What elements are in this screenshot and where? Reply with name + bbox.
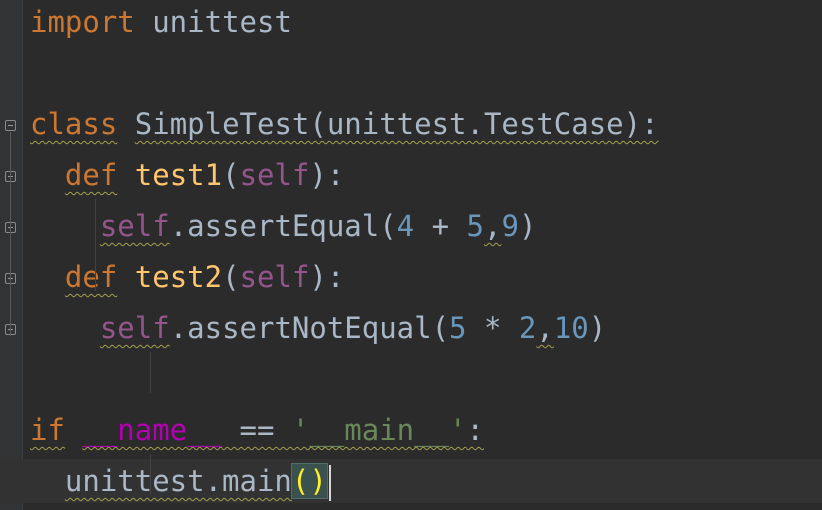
- code-token: ==: [222, 413, 292, 447]
- indent-guide: [150, 454, 151, 495]
- code-line[interactable]: class SimpleTest(unittest.TestCase):: [0, 102, 822, 146]
- code-line-text: def test1(self):: [30, 157, 344, 193]
- code-line[interactable]: self.assertNotEqual(5 * 2,10): [0, 306, 822, 350]
- code-line[interactable]: if __name__ == '__main__':: [0, 408, 822, 452]
- code-token: ,: [536, 311, 554, 345]
- indent-guide: [95, 199, 96, 291]
- code-line[interactable]: [0, 357, 822, 401]
- text-caret: [328, 465, 331, 501]
- code-token: (): [290, 463, 328, 499]
- code-line[interactable]: unittest.main(): [0, 459, 822, 503]
- code-token: ): [518, 209, 537, 243]
- code-line[interactable]: def test2(self):: [0, 255, 822, 299]
- code-token: '__main__': [291, 413, 467, 447]
- code-token: class: [30, 107, 118, 141]
- code-token: test1: [134, 158, 223, 192]
- code-token: ):: [309, 260, 345, 294]
- code-token: unittest.main: [64, 464, 292, 498]
- code-line-text: def test2(self):: [30, 259, 344, 295]
- code-token: self: [99, 209, 170, 243]
- code-token: def: [64, 158, 118, 192]
- code-token: self: [239, 260, 310, 294]
- code-line[interactable]: import unittest: [0, 0, 822, 44]
- code-line[interactable]: [0, 51, 822, 95]
- code-line-text: class SimpleTest(unittest.TestCase):: [30, 106, 659, 142]
- code-token: .assertNotEqual(: [169, 311, 450, 345]
- code-editor[interactable]: import unittest class SimpleTest(unittest…: [0, 0, 822, 510]
- code-token: test2: [134, 260, 223, 294]
- code-token: 5: [466, 209, 484, 243]
- code-token: unittest: [134, 5, 292, 39]
- code-token: ):: [309, 158, 345, 192]
- code-token: __name__: [82, 413, 223, 447]
- code-token: .assertEqual(: [169, 209, 397, 243]
- code-token: 5: [449, 311, 467, 345]
- code-token: 2: [518, 311, 537, 345]
- code-token: +: [414, 209, 467, 243]
- code-token: self: [239, 158, 310, 192]
- code-token: 9: [501, 209, 519, 243]
- code-line-text: if __name__ == '__main__':: [30, 412, 484, 448]
- code-token: *: [466, 311, 519, 345]
- code-token: import: [30, 5, 135, 39]
- code-token: def: [64, 260, 118, 294]
- code-token: if: [30, 413, 65, 447]
- code-line-text: unittest.main(): [30, 463, 328, 499]
- code-line[interactable]: def test1(self):: [0, 153, 822, 197]
- code-token: (: [222, 158, 240, 192]
- code-line-text: self.assertEqual(4 + 5,9): [30, 208, 537, 244]
- code-token: ): [588, 311, 607, 345]
- code-line[interactable]: self.assertEqual(4 + 5,9): [0, 204, 822, 248]
- code-token: ,: [484, 209, 502, 243]
- code-line-text: import unittest: [30, 4, 292, 40]
- code-token: :: [466, 413, 484, 447]
- code-token: 10: [553, 311, 589, 345]
- code-token: SimpleTest(unittest.TestCase):: [134, 107, 659, 141]
- indent-guide: [150, 352, 151, 393]
- code-token: self: [99, 311, 170, 345]
- code-line-text: self.assertNotEqual(5 * 2,10): [30, 310, 606, 346]
- code-token: (: [222, 260, 240, 294]
- code-token: 4: [396, 209, 415, 243]
